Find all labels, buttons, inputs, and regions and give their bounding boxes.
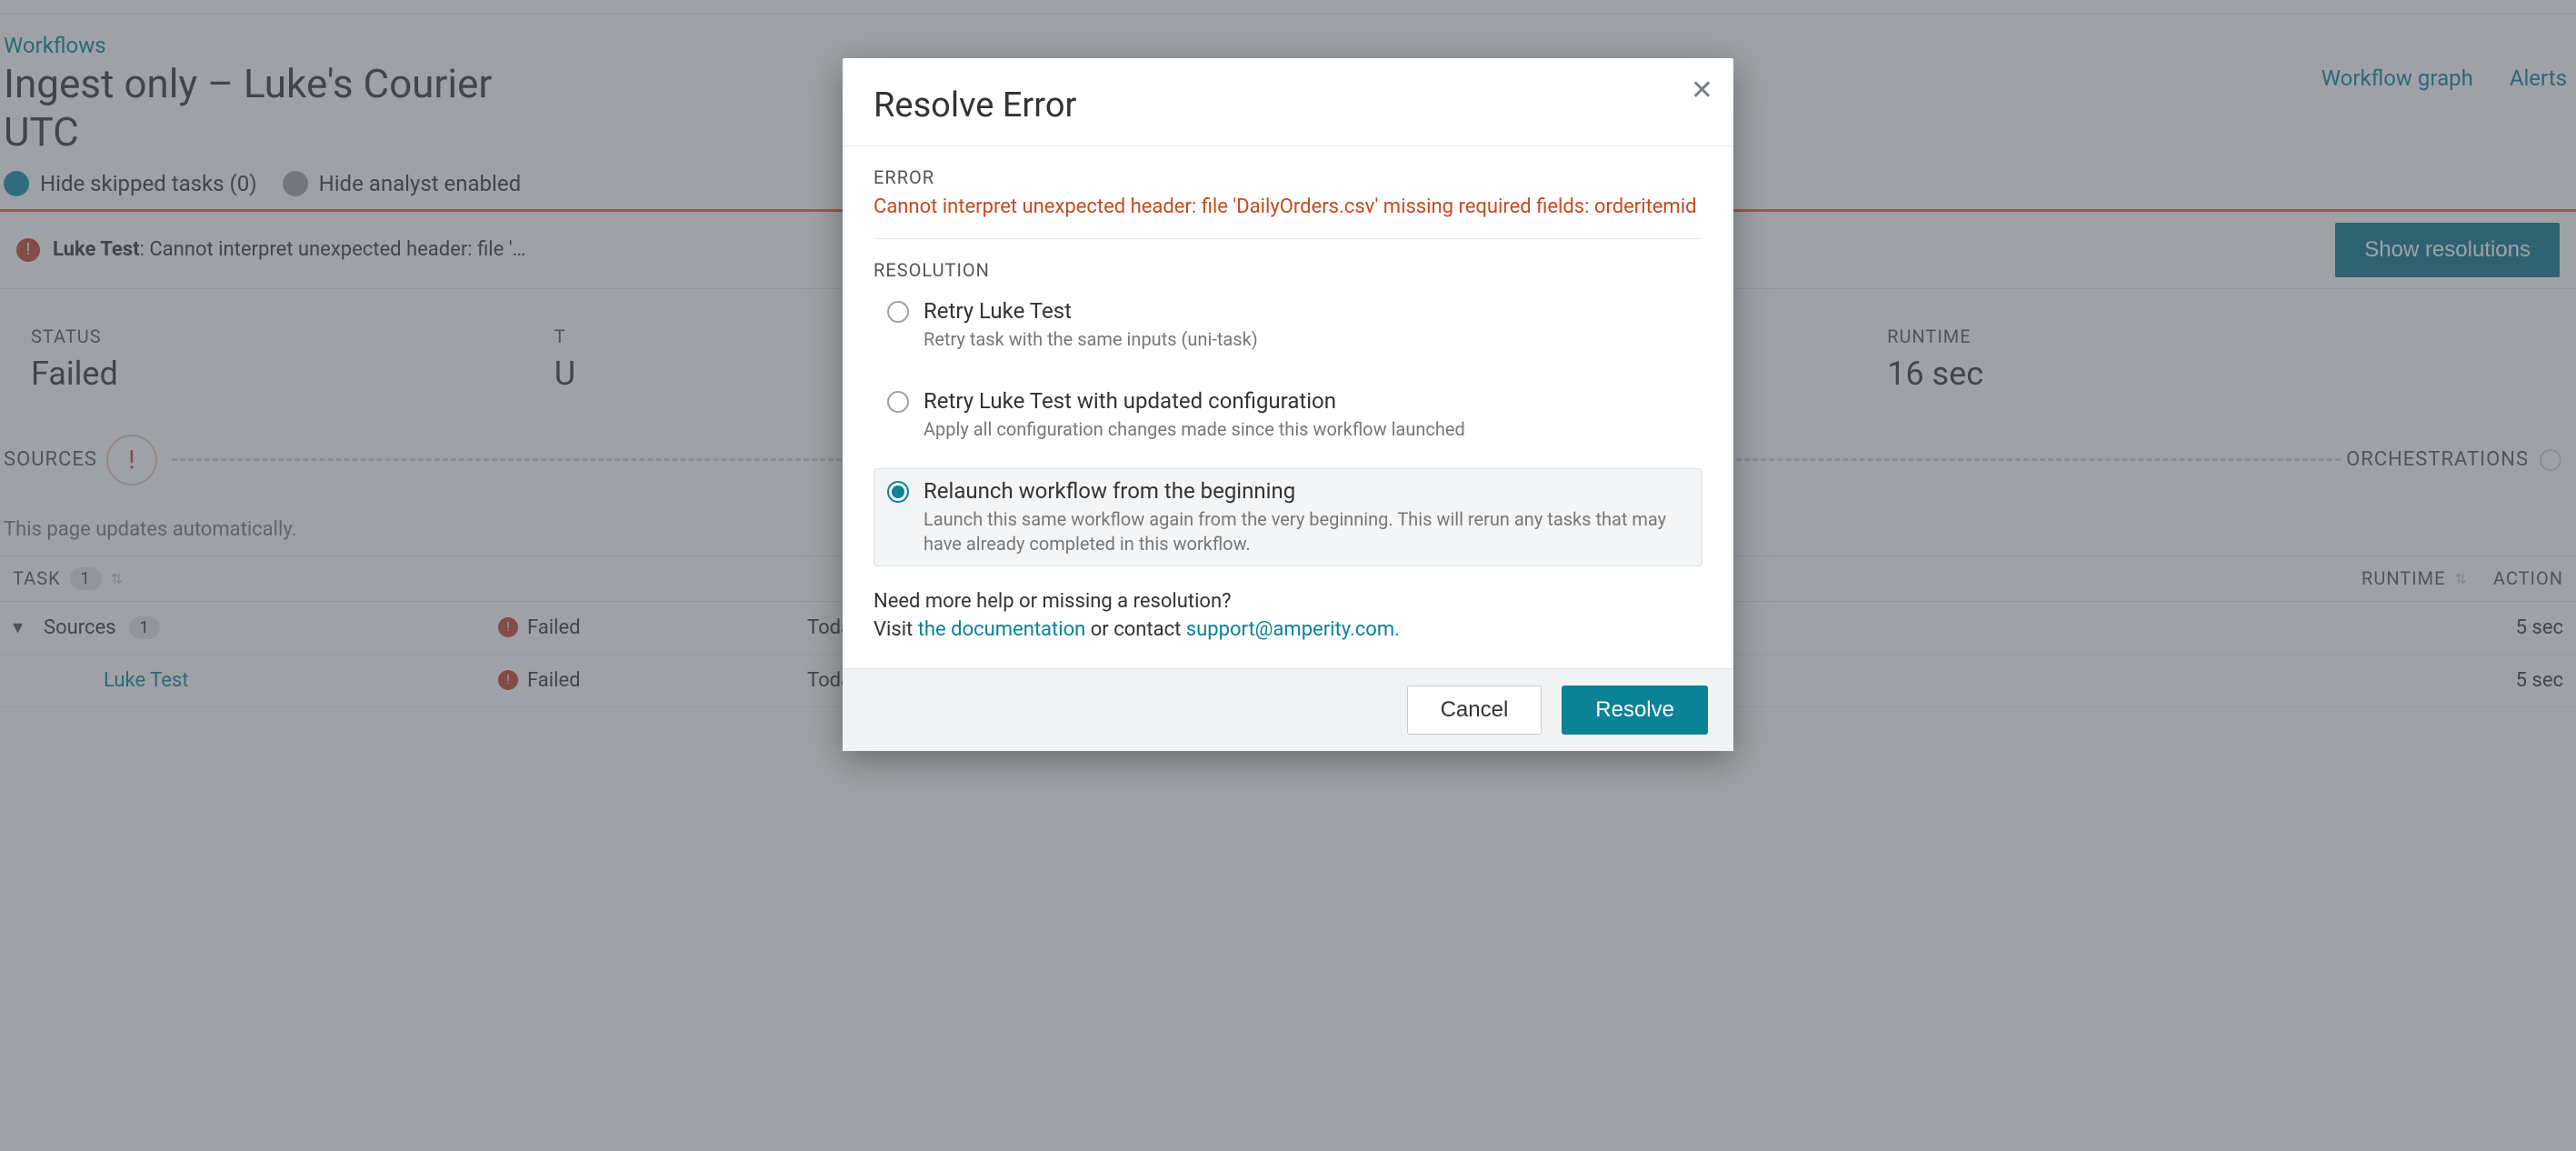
resolution-option-retry-updated[interactable]: Retry Luke Test with updated configurati… (874, 378, 1702, 452)
resolution-section-label: RESOLUTION (874, 259, 1702, 281)
modal-title: Resolve Error (843, 58, 1733, 146)
help-question: Need more help or missing a resolution? (874, 590, 1232, 613)
error-message: Cannot interpret unexpected header: file… (874, 195, 1702, 239)
resolve-error-modal: ✕ Resolve Error ERROR Cannot interpret u… (843, 58, 1733, 751)
radio-icon (887, 301, 909, 323)
radio-icon (887, 481, 909, 503)
help-text: Need more help or missing a resolution? … (874, 588, 1702, 645)
option-title: Retry Luke Test (924, 298, 1258, 324)
help-or: or contact (1085, 618, 1185, 641)
close-icon[interactable]: ✕ (1691, 75, 1713, 106)
resolution-option-retry[interactable]: Retry Luke Test Retry task with the same… (874, 288, 1702, 362)
modal-scrim[interactable]: ✕ Resolve Error ERROR Cannot interpret u… (0, 0, 2576, 1151)
documentation-link[interactable]: the documentation (918, 618, 1086, 641)
option-desc: Launch this same workflow again from the… (924, 507, 1689, 556)
cancel-button[interactable]: Cancel (1407, 686, 1543, 735)
support-email-link[interactable]: support@amperity.com. (1186, 618, 1400, 641)
help-visit: Visit (874, 618, 918, 641)
modal-footer: Cancel Resolve (843, 668, 1733, 751)
resolution-options: Retry Luke Test Retry task with the same… (874, 288, 1702, 566)
error-section-label: ERROR (874, 166, 1702, 188)
option-desc: Retry task with the same inputs (uni-tas… (924, 327, 1258, 352)
radio-icon (887, 391, 909, 413)
resolve-button[interactable]: Resolve (1562, 686, 1708, 735)
resolution-option-relaunch[interactable]: Relaunch workflow from the beginning Lau… (874, 468, 1702, 566)
option-title: Retry Luke Test with updated configurati… (924, 388, 1465, 414)
option-desc: Apply all configuration changes made sin… (924, 417, 1465, 442)
option-title: Relaunch workflow from the beginning (924, 478, 1689, 504)
